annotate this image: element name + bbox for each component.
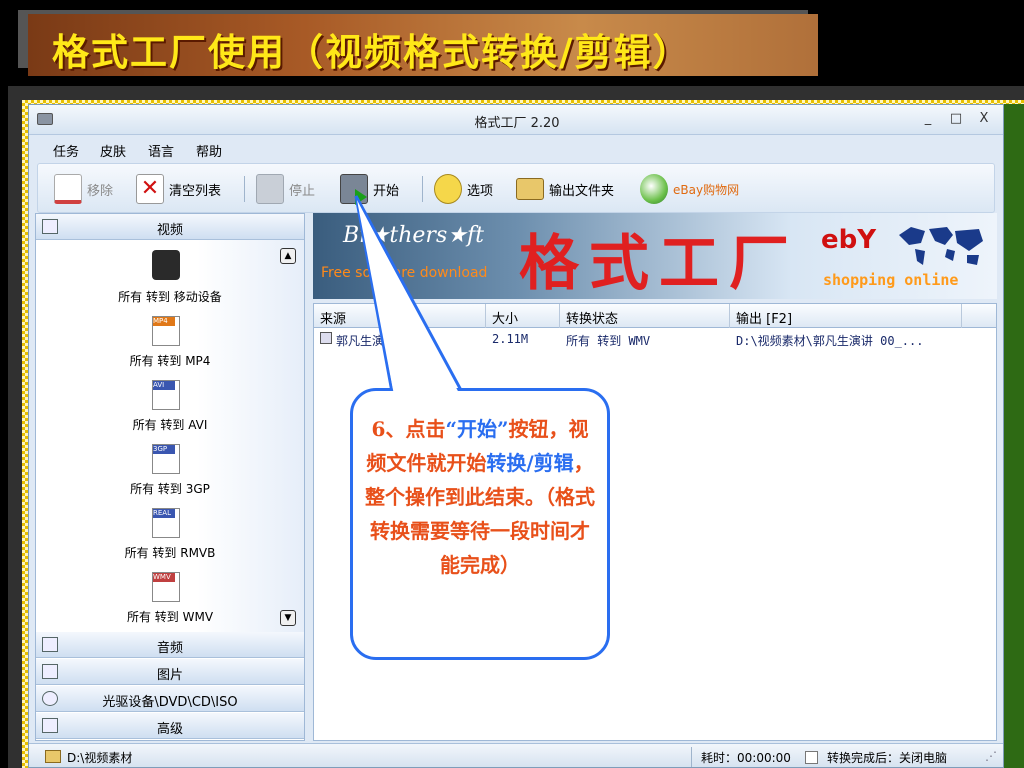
callout-pointer-mask xyxy=(357,200,460,395)
callout-text: 6、点击“开始”按钮，视频文件就开始转换/剪辑，整个操作到此结束。（格式转换需要… xyxy=(365,417,595,577)
